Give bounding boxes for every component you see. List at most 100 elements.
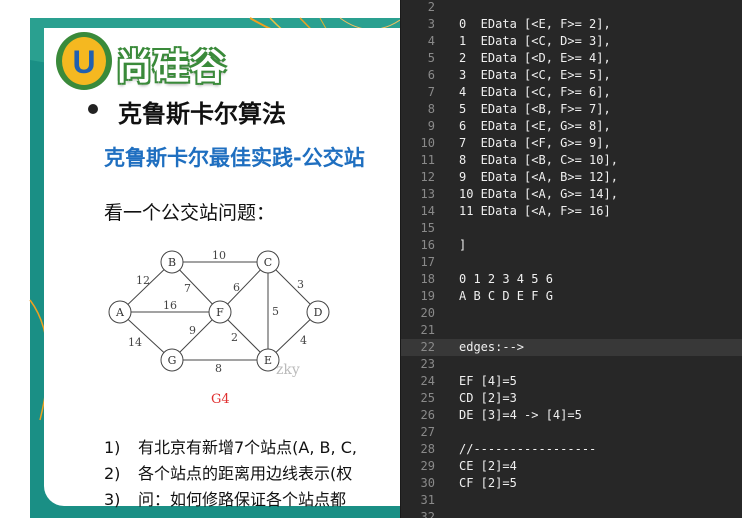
weight-F-E: 2 [231, 331, 238, 344]
slide-heading: 克鲁斯卡尔算法 [118, 100, 286, 128]
line-text[interactable]: edges:--> [459, 339, 524, 356]
node-label-D: D [314, 306, 323, 319]
editor-line[interactable]: 15 [401, 220, 742, 237]
presentation-slide: U 尚硅谷 克鲁斯卡尔算法 克鲁斯卡尔最佳实践-公交站 看一个公交站问题： 10… [0, 0, 400, 518]
editor-line[interactable]: 21 [401, 322, 742, 339]
weight-B-F: 7 [184, 282, 191, 295]
line-text[interactable]: 10 EData [<A, G>= 14], [459, 186, 618, 203]
line-number: 3 [427, 17, 435, 31]
line-number: 31 [420, 493, 435, 507]
editor-line[interactable]: 26 DE [3]=4 -> [4]=5 [401, 407, 742, 424]
editor-line[interactable]: 4 1 EData [<C, D>= 3], [401, 33, 742, 50]
list-text: 各个站点的距离用边线表示(权 [138, 464, 353, 483]
editor-line[interactable]: 2 [401, 0, 742, 16]
list-text: 有北京有新增7个站点(A, B, C, [138, 438, 357, 457]
editor-line[interactable]: 9 6 EData [<E, G>= 8], [401, 118, 742, 135]
editor-line[interactable]: 12 9 EData [<A, B>= 12], [401, 169, 742, 186]
line-text[interactable]: A B C D E F G [459, 288, 553, 305]
weighted-graph-diagram: 10 12 7 6 3 16 9 2 5 4 14 8 A B C D E F … [108, 249, 330, 375]
line-text[interactable]: CD [2]=3 [459, 390, 517, 407]
line-text[interactable]: ] [459, 237, 466, 254]
line-number: 6 [427, 68, 435, 82]
line-text[interactable]: 0 1 2 3 4 5 6 [459, 271, 553, 288]
weight-B-C: 10 [212, 249, 226, 262]
line-text[interactable]: 2 EData [<D, E>= 4], [459, 50, 611, 67]
line-number: 13 [420, 187, 435, 201]
line-number: 7 [427, 85, 435, 99]
weight-F-G: 9 [189, 324, 196, 337]
node-label-A: A [115, 306, 125, 319]
watermark: zky [276, 362, 300, 378]
line-number: 29 [420, 459, 435, 473]
line-text[interactable]: 3 EData [<C, E>= 5], [459, 67, 611, 84]
editor-line[interactable]: 3 0 EData [<E, F>= 2], [401, 16, 742, 33]
line-text[interactable]: DE [3]=4 -> [4]=5 [459, 407, 582, 424]
editor-line[interactable]: 14 11 EData [<A, F>= 16] [401, 203, 742, 220]
editor-line[interactable]: 27 [401, 424, 742, 441]
line-text[interactable]: 8 EData [<B, C>= 10], [459, 152, 618, 169]
line-number: 16 [420, 238, 435, 252]
list-number: 1) [104, 438, 121, 457]
editor-line[interactable]: 32 [401, 509, 742, 518]
editor-line[interactable]: 19 A B C D E F G [401, 288, 742, 305]
editor-line[interactable]: 24 EF [4]=5 [401, 373, 742, 390]
editor-line[interactable]: 23 [401, 356, 742, 373]
editor-line[interactable]: 8 5 EData [<B, F>= 7], [401, 101, 742, 118]
editor-line[interactable]: 6 3 EData [<C, E>= 5], [401, 67, 742, 84]
line-text[interactable]: 9 EData [<A, B>= 12], [459, 169, 618, 186]
line-number: 15 [420, 221, 435, 235]
line-number: 22 [420, 340, 435, 354]
editor-line[interactable]: 30 CF [2]=5 [401, 475, 742, 492]
editor-line[interactable]: 13 10 EData [<A, G>= 14], [401, 186, 742, 203]
line-number: 24 [420, 374, 435, 388]
editor-line[interactable]: 5 2 EData [<D, E>= 4], [401, 50, 742, 67]
editor-line[interactable]: 29 CE [2]=4 [401, 458, 742, 475]
weight-C-D: 3 [297, 278, 304, 291]
line-number: 23 [420, 357, 435, 371]
line-number: 20 [420, 306, 435, 320]
list-number: 2) [104, 464, 121, 483]
line-text[interactable]: 6 EData [<E, G>= 8], [459, 118, 611, 135]
list-item: 2) 各个站点的距离用边线表示(权 [104, 460, 352, 484]
line-text[interactable]: 7 EData [<F, G>= 9], [459, 135, 611, 152]
editor-line[interactable]: 16] [401, 237, 742, 254]
text-editor-pane[interactable]: 230 EData [<E, F>= 2], 4 1 EData [<C, D>= … [400, 0, 742, 518]
editor-line-current[interactable]: 22 edges:--> [401, 339, 742, 356]
line-text[interactable]: 5 EData [<B, F>= 7], [459, 101, 611, 118]
line-number: 5 [427, 51, 435, 65]
editor-line[interactable]: 18 0 1 2 3 4 5 6 [401, 271, 742, 288]
line-text[interactable]: 4 EData [<C, F>= 6], [459, 84, 611, 101]
line-number: 4 [427, 34, 435, 48]
weight-A-B: 12 [136, 274, 150, 287]
editor-line[interactable]: 7 4 EData [<C, F>= 6], [401, 84, 742, 101]
weight-G-E: 8 [215, 362, 222, 375]
editor-line[interactable]: 28 //----------------- [401, 441, 742, 458]
line-text[interactable]: 0 EData [<E, F>= 2], [459, 16, 611, 33]
line-text[interactable]: CE [2]=4 [459, 458, 517, 475]
editor-line[interactable]: 17 [401, 254, 742, 271]
editor-line[interactable]: 10 7 EData [<F, G>= 9], [401, 135, 742, 152]
line-number: 10 [420, 136, 435, 150]
line-number: 17 [420, 255, 435, 269]
list-item: 3) 问：如何修路保证各个站点都 [104, 486, 346, 510]
line-text[interactable]: EF [4]=5 [459, 373, 517, 390]
line-number: 19 [420, 289, 435, 303]
line-number: 11 [420, 153, 435, 167]
line-number: 26 [420, 408, 435, 422]
line-number: 9 [427, 119, 435, 133]
editor-line[interactable]: 25 CD [2]=3 [401, 390, 742, 407]
list-text: 问：如何修路保证各个站点都 [138, 490, 347, 509]
node-label-B: B [168, 256, 176, 269]
problem-intro-text: 看一个公交站问题： [104, 202, 276, 224]
line-number: 8 [427, 102, 435, 116]
list-item: 1) 有北京有新增7个站点(A, B, C, [104, 434, 357, 458]
line-number: 2 [427, 0, 435, 14]
line-text[interactable]: 1 EData [<C, D>= 3], [459, 33, 611, 50]
line-text[interactable]: //----------------- [459, 441, 596, 458]
line-text[interactable]: 11 EData [<A, F>= 16] [459, 203, 611, 220]
logo-wordmark: 尚硅谷 [116, 46, 228, 88]
editor-line[interactable]: 11 8 EData [<B, C>= 10], [401, 152, 742, 169]
editor-line[interactable]: 20 [401, 305, 742, 322]
line-text[interactable]: CF [2]=5 [459, 475, 517, 492]
editor-line[interactable]: 31 [401, 492, 742, 509]
